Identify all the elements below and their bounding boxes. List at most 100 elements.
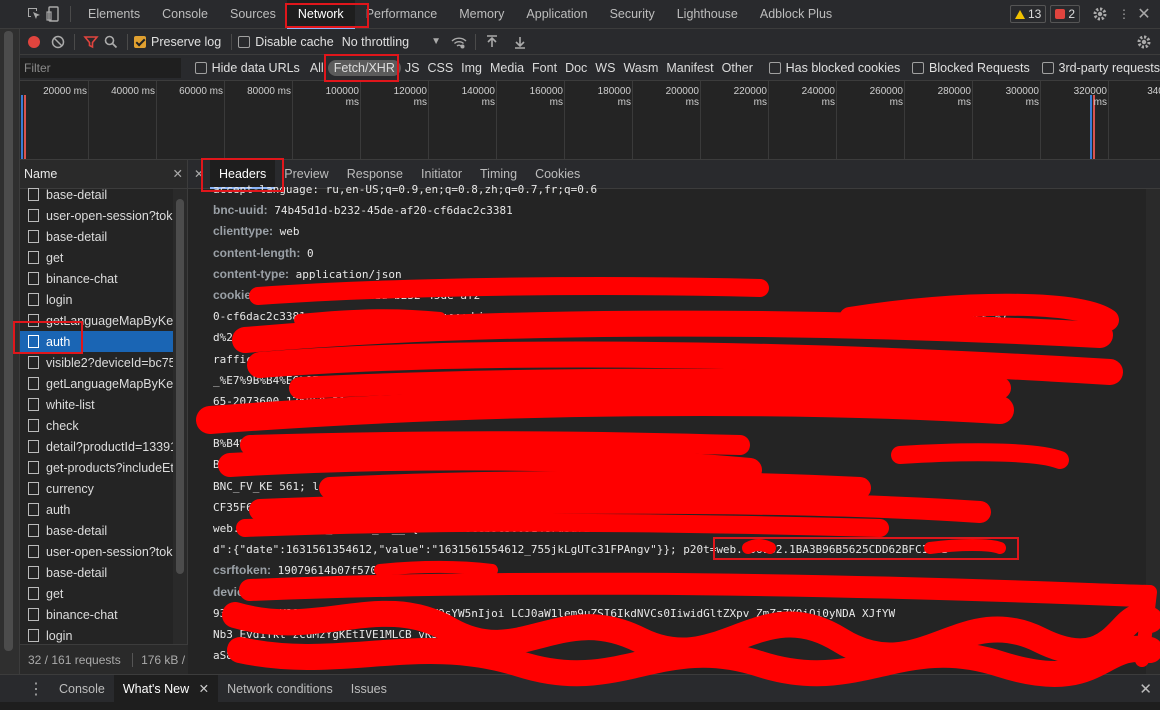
filter-type-all[interactable]: All: [306, 61, 328, 75]
header-value[interactable]: CF35F6A556 301=: [213, 501, 312, 514]
warnings-badge[interactable]: 13: [1009, 5, 1047, 23]
filter-type-manifest[interactable]: Manifest: [662, 61, 717, 75]
close-request-details-icon[interactable]: ✕: [194, 167, 206, 181]
request-row[interactable]: login: [20, 625, 174, 644]
header-value[interactable]: %E7%9: [213, 416, 246, 429]
request-row[interactable]: currency: [20, 478, 174, 499]
request-row[interactable]: auth: [20, 499, 174, 520]
request-row[interactable]: user-open-session?toke...: [20, 541, 174, 562]
request-row[interactable]: getLanguageMapByKey: [20, 310, 174, 331]
filter-type-img[interactable]: Img: [457, 61, 486, 75]
request-row[interactable]: base-detail: [20, 184, 174, 205]
tab-console[interactable]: Console: [151, 0, 219, 29]
drawer-tab-network-conditions[interactable]: Network conditions: [218, 675, 342, 703]
export-har-icon[interactable]: [510, 32, 530, 52]
header-value[interactable]: B%B4%E6%8E %22%2C%22%24latest_se 8%A4%E6…: [213, 437, 577, 450]
filter-type-wasm[interactable]: Wasm: [619, 61, 662, 75]
tab-lighthouse[interactable]: Lighthouse: [666, 0, 749, 29]
header-value[interactable]: Nb3 Evd1Ykt zcuMzYgKEtIVE1MLCB vKSBDaH 4…: [213, 628, 498, 641]
blocked-requests-checkbox[interactable]: [912, 61, 925, 74]
drawer-tab-issues[interactable]: Issues: [342, 675, 396, 703]
header-value[interactable]: 19079614b07f570d8: [278, 564, 391, 577]
header-value[interactable]: aS81Mz G1l 29kZSI6IjE5 1lIiwid Z: [213, 649, 425, 662]
record-button[interactable]: [28, 35, 40, 48]
tab-sources[interactable]: Sources: [219, 0, 287, 29]
filter-type-font[interactable]: Font: [528, 61, 561, 75]
disable-cache-checkbox[interactable]: [238, 35, 251, 48]
header-value[interactable]: ; bnc-uuid=74b45d1d-b232-45de-af2: [262, 289, 481, 302]
request-list-scroll-thumb[interactable]: [176, 199, 184, 574]
inspect-element-icon[interactable]: [24, 4, 44, 24]
drawer-tab-what-s-new[interactable]: What's New ✕: [113, 674, 219, 703]
chevron-down-icon[interactable]: ▼: [431, 36, 441, 47]
search-icon[interactable]: [101, 32, 121, 52]
header-value[interactable]: BNC_FV_KE 561; lang=ru 00=17: [213, 480, 398, 493]
request-row[interactable]: get: [20, 583, 174, 604]
details-scrollbar[interactable]: [1146, 189, 1160, 674]
filter-type-media[interactable]: Media: [486, 61, 528, 75]
has-blocked-cookies-checkbox[interactable]: [768, 61, 781, 74]
header-value[interactable]: 65-2073600-17b869c31d4e9c%22%7D: [213, 395, 418, 408]
tab-network[interactable]: Network: [286, 0, 355, 29]
tab-elements[interactable]: Elements: [77, 0, 151, 29]
header-value[interactable]: 74b45d1d-b232-45de-af20-cf6dac2c3381: [274, 204, 512, 217]
gutter-scrollbar-thumb[interactable]: [4, 31, 13, 651]
request-row[interactable]: binance-chat: [20, 604, 174, 625]
drawer-menu-icon[interactable]: ⋮: [28, 679, 44, 699]
device-toolbar-icon[interactable]: [44, 4, 64, 24]
request-row[interactable]: check: [20, 415, 174, 436]
filter-type-other[interactable]: Other: [718, 61, 757, 75]
header-value[interactable]: 0: [307, 247, 314, 260]
settings-gear-icon[interactable]: [1090, 4, 1110, 24]
request-row[interactable]: auth: [20, 331, 174, 352]
network-settings-gear-icon[interactable]: [1134, 32, 1154, 52]
header-value[interactable]: B %22%24latest_re c6-07be3bb1dc6 22%7D;: [213, 458, 471, 471]
third-party-requests-checkbox[interactable]: [1041, 61, 1054, 74]
request-row[interactable]: binance-chat: [20, 268, 174, 289]
hide-data-urls-checkbox[interactable]: [194, 61, 207, 74]
filter-icon[interactable]: [81, 32, 101, 52]
tab-performance[interactable]: Performance: [355, 0, 449, 29]
clear-icon[interactable]: [48, 32, 68, 52]
request-row[interactable]: visible2?deviceId=bc75...: [20, 352, 174, 373]
header-value[interactable]: d":{"date":1631561354612,"value":"163156…: [213, 543, 948, 556]
filter-type-ws[interactable]: WS: [591, 61, 619, 75]
filter-type-doc[interactable]: Doc: [561, 61, 591, 75]
tab-adblock-plus[interactable]: Adblock Plus: [749, 0, 843, 29]
request-list-scrollbar[interactable]: [173, 189, 187, 644]
filter-input[interactable]: Filter: [20, 57, 181, 78]
tab-application[interactable]: Application: [515, 0, 598, 29]
close-devtools-icon[interactable]: ✕: [1134, 4, 1154, 24]
request-row[interactable]: base-detail: [20, 226, 174, 247]
header-value[interactable]: raffic_so E5%80%BC: [213, 353, 332, 366]
close-drawer-icon[interactable]: ✕: [1139, 680, 1152, 698]
request-row[interactable]: base-detail: [20, 562, 174, 583]
tab-memory[interactable]: Memory: [448, 0, 515, 29]
network-conditions-wifi-icon[interactable]: [449, 32, 469, 52]
header-value[interactable]: 93cyAyMGI K21vZGVsIjoidW5 NFc3RlbV9sYW5n…: [213, 607, 895, 620]
request-row[interactable]: white-list: [20, 394, 174, 415]
header-value[interactable]: web.16036 oggedI _DEVICE_ID__={"4d117b8c…: [213, 522, 630, 535]
header-value[interactable]: d%22%3A atest_t: [213, 331, 312, 344]
import-har-icon[interactable]: [482, 32, 502, 52]
request-row[interactable]: base-detail: [20, 520, 174, 541]
close-details-icon[interactable]: ✕: [173, 160, 183, 189]
drawer-tab-console[interactable]: Console: [50, 675, 114, 703]
errors-badge[interactable]: 2: [1050, 5, 1080, 23]
request-row[interactable]: login: [20, 289, 174, 310]
filter-type-js[interactable]: JS: [401, 61, 424, 75]
header-value[interactable]: accept-language: ru,en-US;q=0.9,en;q=0.8…: [213, 183, 597, 196]
header-value[interactable]: web: [280, 225, 300, 238]
throttling-select[interactable]: No throttling: [342, 35, 409, 49]
request-row[interactable]: getLanguageMapByKey: [20, 373, 174, 394]
header-value[interactable]: _%E7%9B%B4%E6%8E c3433: [213, 374, 359, 387]
preserve-log-checkbox[interactable]: [134, 35, 146, 48]
header-value[interactable]: 0-cf6dac2c3381; referral; campaign=www.b…: [213, 310, 1008, 323]
request-row[interactable]: user-open-session?toke...: [20, 205, 174, 226]
network-overview-timeline[interactable]: 20000 ms 40000 ms 60000 ms 80000 ms 100000 m…: [20, 81, 1160, 160]
tab-security[interactable]: Security: [599, 0, 666, 29]
header-value[interactable]: application/json: [296, 268, 402, 281]
more-options-icon[interactable]: ⋮: [1114, 4, 1134, 24]
request-row[interactable]: get: [20, 247, 174, 268]
request-row[interactable]: detail?productId=13391...: [20, 436, 174, 457]
